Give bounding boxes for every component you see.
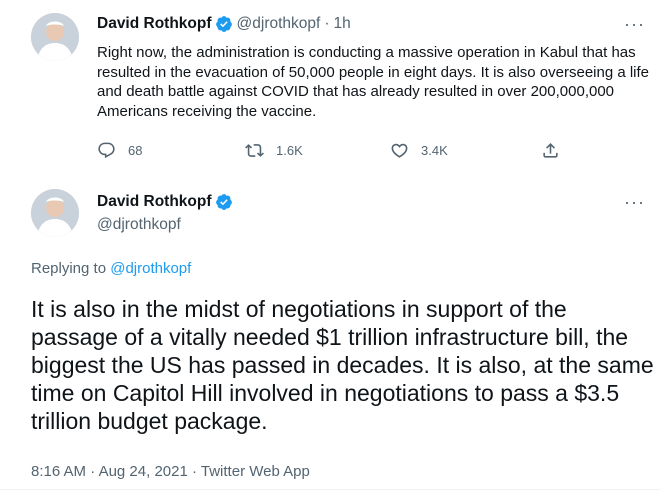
verified-badge-icon [215,194,232,210]
tweet-time[interactable]: 8:16 AM [31,463,86,480]
author-handle[interactable]: @djrothkopf [237,15,321,33]
reply-icon [98,142,115,159]
like-button[interactable]: 3.4K [390,141,448,160]
tweet-header: David Rothkopf [97,193,233,211]
replying-prefix: Replying to [31,260,111,277]
avatar[interactable] [31,13,79,61]
tweet-text: It is also in the midst of negotiations … [31,296,654,434]
avatar[interactable] [31,189,79,237]
tweet-source[interactable]: Twitter Web App [201,463,310,480]
like-icon [391,143,408,158]
separator: · [324,15,330,32]
more-options-icon[interactable]: ··· [624,15,645,33]
share-button[interactable] [541,141,560,160]
like-count: 3.4K [421,143,448,158]
tweet-metadata: 8:16 AM · Aug 24, 2021 · Twitter Web App [31,463,310,480]
tweet-text: Right now, the administration is conduct… [97,44,650,120]
author-handle[interactable]: @djrothkopf [97,216,181,234]
retweet-button[interactable]: 1.6K [245,141,303,160]
verified-badge-icon [215,16,232,32]
tweet-time[interactable]: 1h [334,15,351,33]
reply-count: 68 [128,143,143,158]
author-name[interactable]: David Rothkopf [97,193,212,211]
handle-line: @djrothkopf [97,216,181,234]
tweet-header: David Rothkopf @djrothkopf · 1h [97,15,351,33]
share-icon [543,143,558,158]
replying-to-link[interactable]: @djrothkopf [110,260,191,277]
more-options-icon[interactable]: ··· [624,193,645,211]
tweet-actions: 68 1.6K 3.4K [97,141,567,165]
retweet-count: 1.6K [276,143,303,158]
separator: · [191,463,197,480]
tweet-date[interactable]: Aug 24, 2021 [99,463,188,480]
reply-button[interactable]: 68 [97,141,142,160]
author-name[interactable]: David Rothkopf [97,15,212,33]
replying-to: Replying to @djrothkopf [31,260,191,277]
separator: · [90,463,96,480]
retweet-icon [245,144,264,157]
